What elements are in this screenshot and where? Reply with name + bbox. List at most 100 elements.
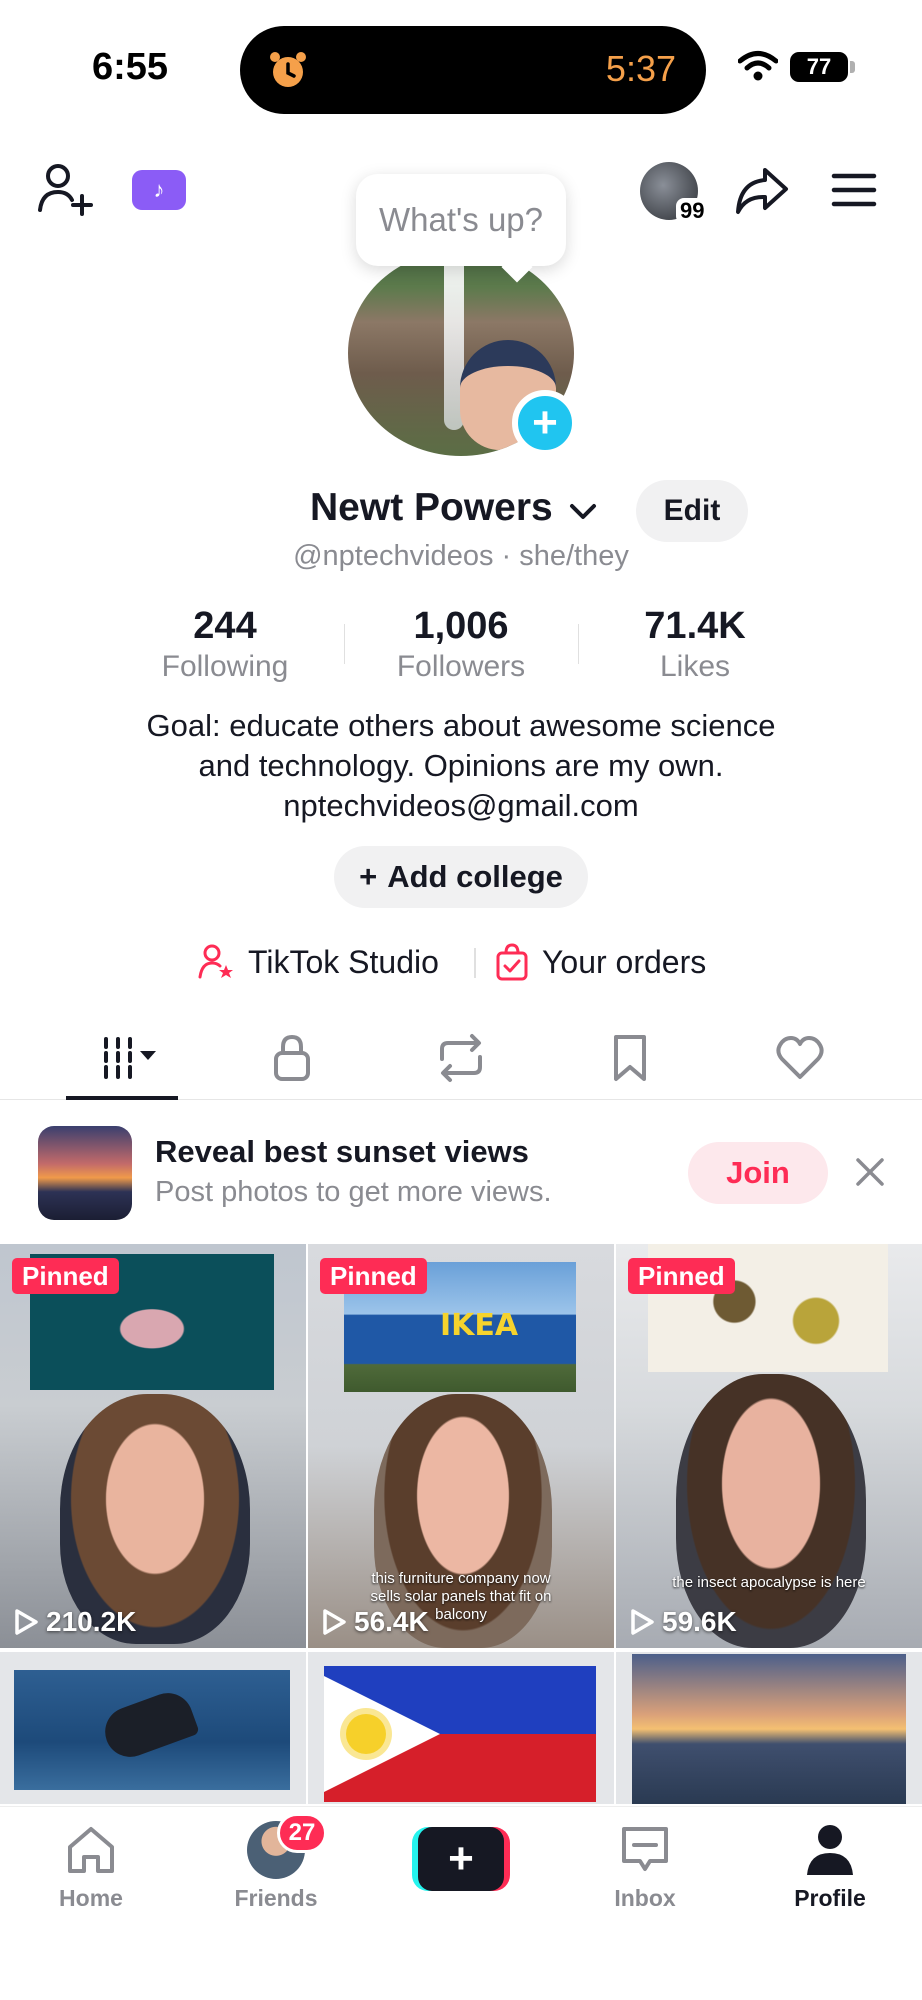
your-orders-label: Your orders (542, 943, 707, 980)
view-count: 56.4K (320, 1606, 429, 1638)
profile-avatar-wrap: + (348, 250, 578, 456)
shopping-bag-icon (496, 943, 528, 981)
wifi-icon (738, 51, 778, 81)
share-icon[interactable] (732, 160, 792, 220)
whale-shape (98, 1686, 200, 1764)
join-button[interactable]: Join (688, 1142, 828, 1204)
whats-up-bubble[interactable]: What's up? (356, 174, 566, 266)
nav-profile[interactable]: Profile (765, 1821, 895, 1912)
pinned-badge: Pinned (12, 1258, 119, 1294)
profile-stats: 244 Following 1,006 Followers 71.4K Like… (0, 604, 922, 694)
view-count: 59.6K (628, 1606, 737, 1638)
whale-image (14, 1670, 290, 1790)
view-count: 210.2K (12, 1606, 136, 1638)
bio-line: and technology. Opinions are my own. (198, 748, 724, 783)
sunset-thumbnail (38, 1126, 132, 1220)
stat-label: Likes (659, 650, 731, 683)
tab-private[interactable] (236, 1016, 348, 1100)
dynamic-island[interactable]: 5:37 (240, 26, 706, 114)
bookmark-icon (614, 1035, 646, 1081)
video-thumbnail[interactable] (616, 1652, 922, 1804)
username-handle: @nptechvideos (293, 540, 494, 572)
display-name[interactable]: Newt Powers (310, 486, 553, 530)
play-icon (631, 1609, 654, 1635)
video-thumbnail[interactable]: IKEA Pinned this furniture company now s… (308, 1244, 614, 1648)
video-thumbnail[interactable] (0, 1652, 306, 1804)
stat-divider (578, 624, 579, 664)
add-friend-icon[interactable] (36, 160, 96, 220)
nav-profile-label: Profile (794, 1885, 866, 1911)
timer-text: 5:37 (605, 48, 676, 89)
close-icon[interactable] (852, 1154, 888, 1190)
bio-email[interactable]: nptechvideos@gmail.com (0, 786, 922, 826)
play-icon (15, 1609, 38, 1635)
chevron-down-icon[interactable] (566, 496, 600, 526)
video-thumbnail[interactable]: Pinned the insect apocalypse is here 59.… (616, 1244, 922, 1648)
add-college-button[interactable]: + Add college (334, 846, 588, 908)
tab-favorites[interactable] (574, 1016, 686, 1100)
nav-inbox-label: Inbox (614, 1885, 676, 1911)
stat-label: Following (161, 650, 289, 683)
tab-reposts[interactable] (405, 1016, 517, 1100)
battery-icon: 77 (790, 52, 848, 82)
handle-row: @nptechvideos · she/they (0, 540, 922, 573)
story-count-badge: 99 (676, 198, 709, 224)
friends-notification-badge: 27 (277, 1813, 327, 1853)
nav-home[interactable]: Home (26, 1821, 156, 1912)
battery-tip (850, 61, 855, 73)
tiktok-studio-link[interactable]: TikTok Studio (198, 934, 439, 990)
video-thumbnail[interactable]: Pinned 210.2K (0, 1244, 306, 1648)
stat-following[interactable]: 244 Following (150, 604, 300, 686)
your-orders-link[interactable]: Your orders (494, 934, 706, 990)
ikea-sign-text: IKEA (440, 1308, 519, 1343)
story-avatar[interactable]: 99 (640, 162, 709, 224)
profile-links-row: TikTok Studio Your orders (0, 934, 922, 990)
caption-line: this furniture company now (371, 1570, 551, 1587)
tab-liked[interactable] (744, 1016, 856, 1100)
caption-line: sells solar panels that fit on (370, 1588, 552, 1605)
bottom-nav: Home 27 Friends + Inbox Profile (0, 1806, 922, 2000)
heart-icon (776, 1036, 824, 1079)
status-bar: 6:55 5:37 77 (0, 0, 922, 130)
stat-value: 71.4K (644, 605, 746, 647)
sunset-beach-image (632, 1654, 906, 1804)
stat-likes[interactable]: 71.4K Likes (620, 604, 770, 686)
challenge-banner[interactable]: Reveal best sunset views Post photos to … (0, 1100, 922, 1244)
add-story-button[interactable]: + (512, 390, 578, 456)
play-icon (323, 1609, 346, 1635)
nav-friends[interactable]: 27 Friends (211, 1813, 341, 1912)
repost-icon (440, 1034, 482, 1082)
inbox-icon (622, 1827, 668, 1871)
stat-value: 244 (193, 605, 257, 647)
view-count-text: 56.4K (354, 1606, 429, 1637)
video-caption: the insect apocalypse is here (616, 1574, 922, 1592)
nav-inbox[interactable]: Inbox (580, 1821, 710, 1912)
status-clock: 6:55 (92, 46, 169, 88)
nav-friends-label: Friends (234, 1885, 318, 1911)
stat-followers[interactable]: 1,006 Followers (386, 604, 536, 686)
video-thumbnail[interactable] (308, 1652, 614, 1804)
tiktok-studio-icon[interactable]: ♪ (132, 170, 186, 210)
video-grid: Pinned 210.2K IKEA Pinned this furniture… (0, 1244, 922, 1804)
create-button[interactable]: + (412, 1827, 510, 1891)
nav-home-label: Home (59, 1885, 123, 1911)
tab-videos[interactable] (66, 1016, 178, 1100)
view-count-text: 210.2K (46, 1606, 137, 1637)
links-divider (474, 948, 476, 978)
plus-icon: + (418, 1827, 504, 1891)
bio-line: Goal: educate others about awesome scien… (146, 708, 776, 743)
videos-grid-icon (104, 1037, 156, 1079)
pronouns-separator: · (493, 540, 520, 572)
view-count-text: 59.6K (662, 1606, 737, 1637)
add-college-label: Add college (387, 859, 563, 894)
profile-tabs (0, 1016, 922, 1100)
stat-value: 1,006 (413, 605, 509, 647)
pronouns: she/they (519, 540, 629, 572)
pinned-badge: Pinned (628, 1258, 735, 1294)
profile-bio: Goal: educate others about awesome scien… (0, 706, 922, 826)
banner-title: Reveal best sunset views (155, 1134, 529, 1169)
menu-icon[interactable] (826, 162, 882, 218)
edit-profile-button[interactable]: Edit (636, 480, 748, 542)
lock-icon (274, 1034, 310, 1081)
stat-divider (344, 624, 345, 664)
